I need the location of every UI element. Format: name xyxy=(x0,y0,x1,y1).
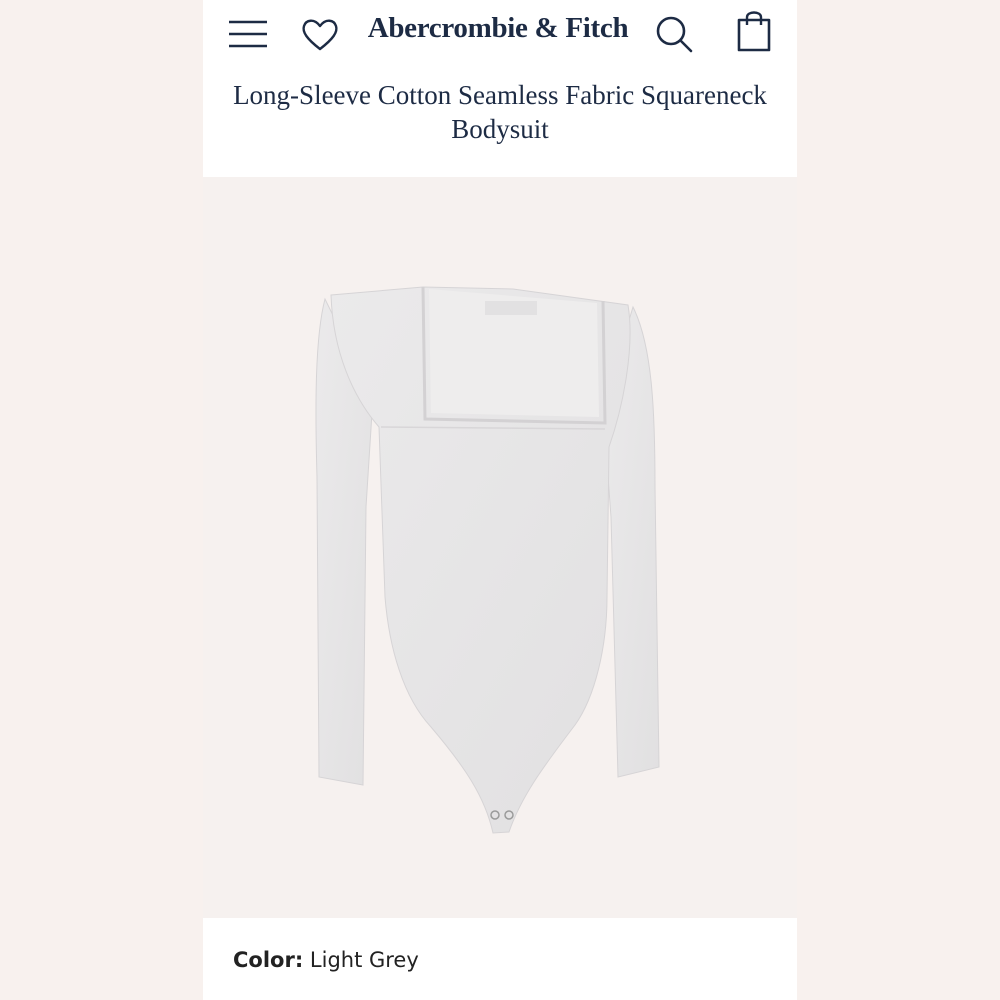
bodysuit-image xyxy=(315,286,660,834)
page-background-right xyxy=(797,0,1000,1000)
color-selection: Color: Light Grey xyxy=(233,948,419,972)
page-background-left xyxy=(0,0,203,1000)
heart-icon[interactable] xyxy=(299,14,341,56)
mobile-product-page: Abercrombie & Fitch Long-Sleeve Cotton S… xyxy=(203,0,797,1000)
brand-logo[interactable]: Abercrombie & Fitch xyxy=(363,12,633,45)
product-title: Long-Sleeve Cotton Seamless Fabric Squar… xyxy=(233,80,767,144)
shopping-bag-icon[interactable] xyxy=(733,8,775,54)
product-image[interactable] xyxy=(203,177,797,918)
search-icon[interactable] xyxy=(653,12,697,56)
site-header: Abercrombie & Fitch xyxy=(203,0,797,68)
hamburger-menu-icon[interactable] xyxy=(227,14,269,54)
color-label: Color: xyxy=(233,948,304,972)
color-value: Light Grey xyxy=(309,948,419,972)
